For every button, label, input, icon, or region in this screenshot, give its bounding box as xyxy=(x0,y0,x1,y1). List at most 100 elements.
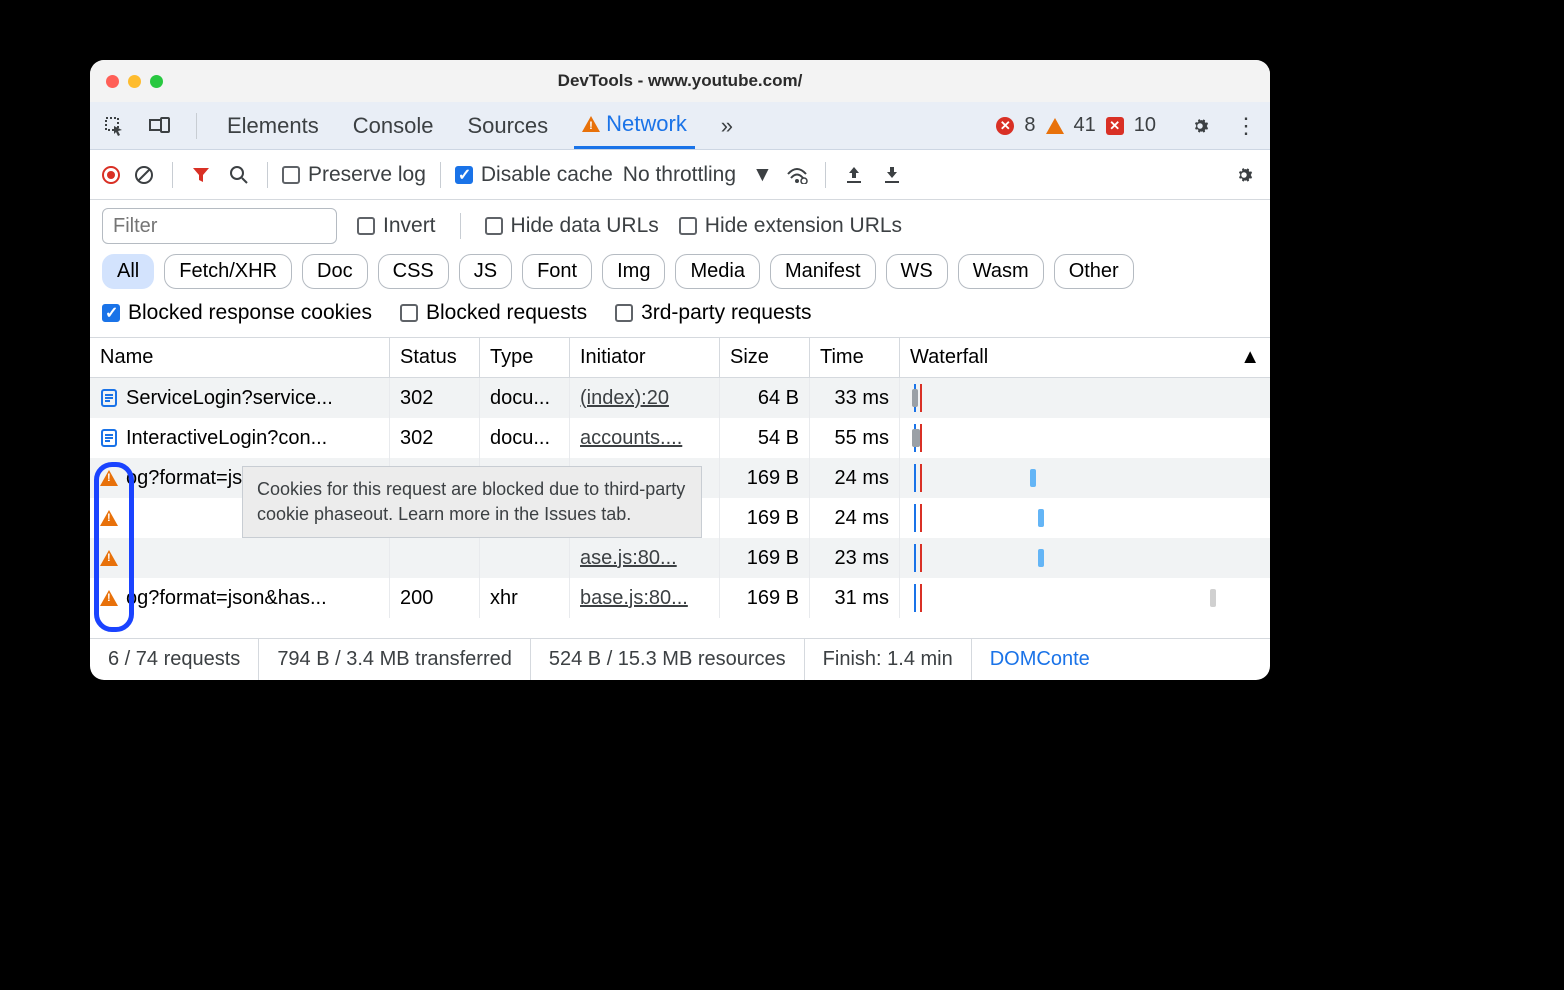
blocked-cookies-checkbox[interactable]: Blocked response cookies xyxy=(102,301,372,325)
chip-manifest[interactable]: Manifest xyxy=(770,254,876,289)
cell-time: 24 ms xyxy=(810,498,900,538)
more-tabs-icon[interactable]: » xyxy=(713,112,741,140)
tab-elements[interactable]: Elements xyxy=(219,102,327,149)
cell-size: 64 B xyxy=(720,378,810,418)
cell-time: 24 ms xyxy=(810,458,900,498)
table-row[interactable]: ase.js:80...169 B23 ms xyxy=(90,538,1270,578)
cell-waterfall xyxy=(900,378,1270,418)
cell-size: 169 B xyxy=(720,498,810,538)
cell-status: 302 xyxy=(390,418,480,458)
hide-data-urls-checkbox[interactable]: Hide data URLs xyxy=(485,214,659,238)
chip-font[interactable]: Font xyxy=(522,254,592,289)
table-row[interactable]: og?format=json&has...200xhrbase.js:80...… xyxy=(90,578,1270,618)
message-icon: ✕ xyxy=(1106,117,1124,135)
table-body: ServiceLogin?service... 302docu... (index)… xyxy=(90,378,1270,638)
chevron-down-icon: ▼ xyxy=(752,163,773,187)
filter-icon[interactable] xyxy=(187,161,215,189)
chip-ws[interactable]: WS xyxy=(886,254,948,289)
status-transferred: 794 B / 3.4 MB transferred xyxy=(259,639,531,680)
tab-network-label: Network xyxy=(606,111,687,137)
status-finish: Finish: 1.4 min xyxy=(805,639,972,680)
status-domcontent[interactable]: DOMConte xyxy=(972,639,1108,680)
initiator-link[interactable]: (index):20 xyxy=(580,387,669,410)
col-name[interactable]: Name xyxy=(90,338,390,377)
invert-checkbox[interactable]: Invert xyxy=(357,214,436,238)
record-button[interactable] xyxy=(102,166,120,184)
document-icon xyxy=(100,429,118,447)
warning-icon xyxy=(1046,118,1064,134)
message-count: 10 xyxy=(1134,114,1156,137)
titlebar: DevTools - www.youtube.com/ xyxy=(90,60,1270,102)
initiator-link[interactable]: ase.js:80... xyxy=(580,547,677,570)
tab-network[interactable]: ! Network xyxy=(574,102,695,149)
chip-img[interactable]: Img xyxy=(602,254,665,289)
request-name: InteractiveLogin?con... xyxy=(126,427,327,450)
col-initiator[interactable]: Initiator xyxy=(570,338,720,377)
col-time[interactable]: Time xyxy=(810,338,900,377)
filter-input[interactable] xyxy=(102,208,337,244)
cell-size: 169 B xyxy=(720,578,810,618)
svg-text:!: ! xyxy=(589,120,593,132)
filter-options: Blocked response cookies Blocked request… xyxy=(90,295,1270,337)
col-status[interactable]: Status xyxy=(390,338,480,377)
throttling-dropdown[interactable]: No throttling ▼ xyxy=(623,163,773,187)
device-toolbar-icon[interactable] xyxy=(146,112,174,140)
cell-status xyxy=(390,538,480,578)
cell-waterfall xyxy=(900,578,1270,618)
search-icon[interactable] xyxy=(225,161,253,189)
cell-time: 33 ms xyxy=(810,378,900,418)
upload-icon[interactable] xyxy=(840,161,868,189)
initiator-link[interactable]: base.js:80... xyxy=(580,587,688,610)
issue-counts[interactable]: ✕ 8 41 ✕ 10 xyxy=(996,114,1156,137)
warning-count: 41 xyxy=(1074,114,1096,137)
cell-status: 200 xyxy=(390,578,480,618)
chip-all[interactable]: All xyxy=(102,254,154,289)
cell-type: xhr xyxy=(480,578,570,618)
cell-waterfall xyxy=(900,458,1270,498)
cookie-blocked-tooltip: Cookies for this request are blocked due… xyxy=(242,466,702,538)
col-type[interactable]: Type xyxy=(480,338,570,377)
network-settings-icon[interactable] xyxy=(1230,161,1258,189)
download-icon[interactable] xyxy=(878,161,906,189)
chip-css[interactable]: CSS xyxy=(378,254,449,289)
status-bar: 6 / 74 requests 794 B / 3.4 MB transferr… xyxy=(90,638,1270,680)
cell-type: docu... xyxy=(480,418,570,458)
network-conditions-icon[interactable] xyxy=(783,161,811,189)
chip-media[interactable]: Media xyxy=(675,254,759,289)
blocked-requests-checkbox[interactable]: Blocked requests xyxy=(400,301,587,325)
cell-waterfall xyxy=(900,538,1270,578)
request-name: ServiceLogin?service... xyxy=(126,387,333,410)
cell-time: 31 ms xyxy=(810,578,900,618)
chip-js[interactable]: JS xyxy=(459,254,512,289)
chip-fetch-xhr[interactable]: Fetch/XHR xyxy=(164,254,292,289)
tab-console[interactable]: Console xyxy=(345,102,442,149)
warning-icon xyxy=(100,510,118,526)
devtools-window: DevTools - www.youtube.com/ Elements Con… xyxy=(90,60,1270,680)
table-row[interactable]: InteractiveLogin?con... 302docu... account… xyxy=(90,418,1270,458)
cell-time: 55 ms xyxy=(810,418,900,458)
chip-other[interactable]: Other xyxy=(1054,254,1134,289)
chip-wasm[interactable]: Wasm xyxy=(958,254,1044,289)
disable-cache-checkbox[interactable]: Disable cache xyxy=(455,163,613,187)
resource-type-chips: All Fetch/XHR Doc CSS JS Font Img Media … xyxy=(90,248,1270,295)
third-party-checkbox[interactable]: 3rd-party requests xyxy=(615,301,811,325)
cell-waterfall xyxy=(900,498,1270,538)
preserve-log-checkbox[interactable]: Preserve log xyxy=(282,163,426,187)
kebab-menu-icon[interactable]: ⋮ xyxy=(1232,112,1260,140)
table-row[interactable]: ServiceLogin?service...302docu...(index)… xyxy=(90,378,1270,418)
settings-icon[interactable] xyxy=(1186,112,1214,140)
hide-extension-urls-checkbox[interactable]: Hide extension URLs xyxy=(679,214,902,238)
col-waterfall[interactable]: Waterfall▲ xyxy=(900,338,1270,377)
cell-type: docu... xyxy=(480,378,570,418)
sort-arrow-icon: ▲ xyxy=(1240,346,1260,369)
initiator-link[interactable]: accounts.... xyxy=(580,427,682,450)
inspect-icon[interactable] xyxy=(100,112,128,140)
warning-icon xyxy=(100,590,118,606)
clear-button[interactable] xyxy=(130,161,158,189)
filter-bar: Invert Hide data URLs Hide extension URL… xyxy=(90,200,1270,248)
tab-sources[interactable]: Sources xyxy=(459,102,556,149)
document-icon xyxy=(100,389,118,407)
warning-icon xyxy=(100,470,118,486)
chip-doc[interactable]: Doc xyxy=(302,254,368,289)
col-size[interactable]: Size xyxy=(720,338,810,377)
